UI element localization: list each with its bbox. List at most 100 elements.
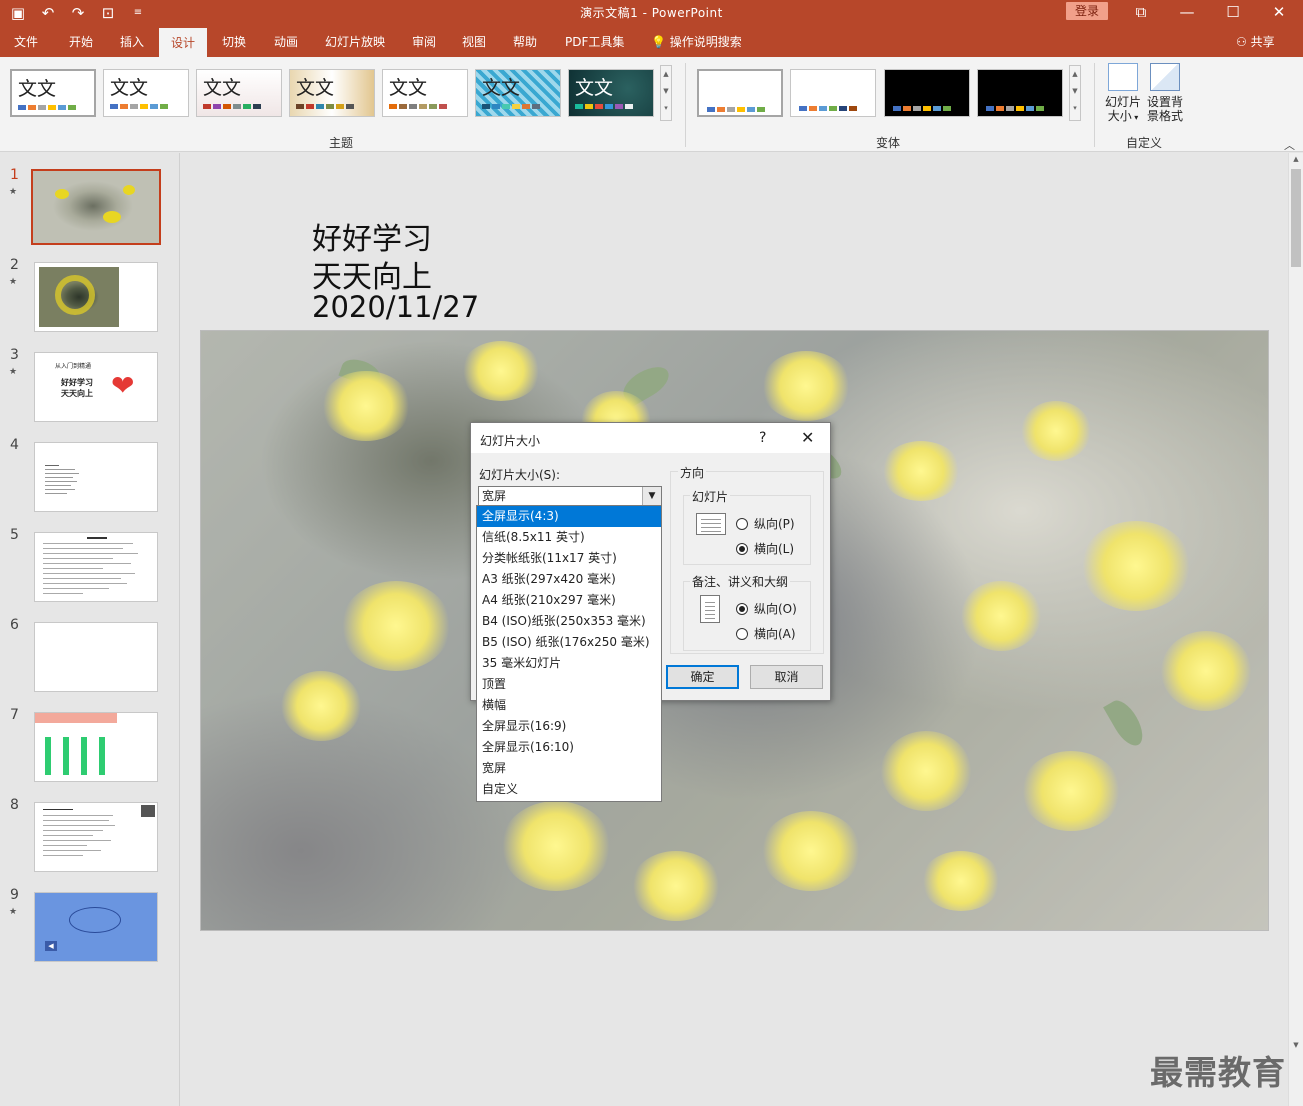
chevron-down-icon[interactable]: ▼ [642, 487, 661, 505]
radio-circle[interactable] [736, 517, 748, 530]
notes-portrait-radio[interactable]: 纵向(O) [736, 600, 797, 617]
share-button[interactable]: ⚇ 共享 [1236, 33, 1275, 50]
cloud-shape [69, 907, 121, 933]
cancel-button[interactable]: 取消 [750, 665, 823, 689]
slide-thumbnail-8[interactable] [34, 802, 158, 872]
tab-pdf-tools[interactable]: PDF工具集 [565, 33, 624, 50]
maximize-icon[interactable]: ☐ [1210, 0, 1256, 26]
help-icon[interactable]: ? [759, 430, 766, 446]
size-option[interactable]: 全屏显示(16:10) [477, 737, 661, 758]
slide-thumbnail-pane: 1 ★ 2 ★ 3 ★ 从入门到精通 好好学习 天天向上 ❤ 4 5 6 7 8… [0, 153, 180, 1106]
size-option[interactable]: 信纸(8.5x11 英寸) [477, 527, 661, 548]
theme-preview-text: 文文 [575, 77, 614, 99]
slides-landscape-radio[interactable]: 横向(L) [736, 540, 794, 557]
minimize-icon[interactable]: — [1164, 0, 1210, 26]
variant-4[interactable] [977, 69, 1063, 117]
login-button[interactable]: 登录 [1066, 2, 1108, 20]
notes-landscape-radio[interactable]: 横向(A) [736, 625, 796, 642]
notes-group-label: 备注、讲义和大纲 [690, 573, 791, 590]
ok-button[interactable]: 确定 [666, 665, 739, 689]
size-option[interactable]: 宽屏 [477, 758, 661, 779]
thumb-header-band [35, 713, 117, 723]
format-background-icon [1150, 63, 1180, 91]
tab-slideshow[interactable]: 幻灯片放映 [325, 33, 385, 50]
size-option[interactable]: B5 (ISO) 纸张(176x250 毫米) [477, 632, 661, 653]
slide-date[interactable]: 2020/11/27 [312, 290, 479, 324]
radio-circle[interactable] [736, 627, 748, 640]
canvas-vertical-scrollbar[interactable]: ▲ ▼ [1288, 153, 1303, 1106]
thumb-flower [123, 185, 135, 195]
chevron-down-icon: ▾ [1131, 113, 1139, 122]
thumb-photo [141, 805, 155, 817]
slide-size-options-list: 全屏显示(4:3) 信纸(8.5x11 英寸) 分类帐纸张(11x17 英寸) … [476, 505, 662, 802]
slide-size-label: 幻灯片大小(S): [479, 468, 561, 482]
theme-wood[interactable]: 文文 [289, 69, 375, 117]
thumb-text: 从入门到精通 [55, 363, 92, 370]
theme-ion[interactable]: 文文 [196, 69, 282, 117]
tab-animations[interactable]: 动画 [274, 33, 298, 50]
size-option[interactable]: 分类帐纸张(11x17 英寸) [477, 548, 661, 569]
theme-preview-text: 文文 [110, 77, 149, 99]
thumb-flower [103, 211, 121, 223]
tell-me-search[interactable]: 💡 操作说明搜索 [651, 33, 742, 50]
slide-thumbnail-1[interactable] [31, 169, 161, 245]
theme-office-2[interactable]: 文文 [103, 69, 189, 117]
collapse-ribbon-icon[interactable]: ︿ [1284, 137, 1295, 153]
size-option[interactable]: 自定义 [477, 779, 661, 800]
size-option[interactable]: B4 (ISO)纸张(250x353 毫米) [477, 611, 661, 632]
radio-label: 横向(L) [754, 542, 795, 556]
slide-thumbnail-4[interactable] [34, 442, 158, 512]
size-option[interactable]: 全屏显示(4:3) [477, 506, 661, 527]
theme-retrospect[interactable]: 文文 [382, 69, 468, 117]
theme-office[interactable]: 文文 [10, 69, 96, 117]
scrollbar-thumb[interactable] [1291, 169, 1301, 267]
tab-insert[interactable]: 插入 [120, 33, 144, 50]
radio-label: 纵向(P) [754, 517, 795, 531]
variant-2[interactable] [790, 69, 876, 117]
size-option[interactable]: 35 毫米幻灯片 [477, 653, 661, 674]
tab-review[interactable]: 审阅 [412, 33, 436, 50]
back-action-icon: ◀ [45, 941, 57, 951]
radio-circle[interactable] [736, 602, 748, 615]
variant-1[interactable] [697, 69, 783, 117]
slide-thumbnail-5[interactable] [34, 532, 158, 602]
size-option[interactable]: A3 纸张(297x420 毫米) [477, 569, 661, 590]
scroll-down-icon[interactable]: ▼ [1289, 1041, 1303, 1049]
tab-design[interactable]: 设计 [159, 28, 208, 57]
tab-help[interactable]: 帮助 [513, 33, 537, 50]
tab-file[interactable]: 文件 [14, 33, 38, 50]
tab-transitions[interactable]: 切换 [222, 33, 246, 50]
variant-3[interactable] [884, 69, 970, 117]
size-option[interactable]: 横幅 [477, 695, 661, 716]
slide-size-button[interactable]: 幻灯片 大小 ▾ [1103, 63, 1143, 125]
group-divider [1094, 63, 1095, 147]
slide-thumbnail-6[interactable] [34, 622, 158, 692]
theme-pattern[interactable]: 文文 [475, 69, 561, 117]
size-option[interactable]: A4 纸张(210x297 毫米) [477, 590, 661, 611]
size-option[interactable]: 顶置 [477, 674, 661, 695]
variants-gallery-scroll[interactable]: ▲ ▼ ▾ [1069, 65, 1081, 121]
dialog-title-bar: 幻灯片大小 ? ✕ [471, 423, 830, 453]
dialog-close-icon[interactable]: ✕ [801, 428, 814, 447]
radio-circle[interactable] [736, 542, 748, 555]
slide-thumbnail-3[interactable]: 从入门到精通 好好学习 天天向上 ❤ [34, 352, 158, 422]
tab-home[interactable]: 开始 [69, 33, 93, 50]
ribbon-display-icon[interactable]: ⧉ [1118, 0, 1164, 26]
tab-view[interactable]: 视图 [462, 33, 486, 50]
theme-dark-teal[interactable]: 文文 [568, 69, 654, 117]
size-option[interactable]: 全屏显示(16:9) [477, 716, 661, 737]
radio-label: 横向(A) [754, 627, 796, 641]
slide-size-label-2: 大小 [1107, 109, 1132, 123]
slide-size-select[interactable]: 宽屏 ▼ [478, 486, 662, 506]
close-icon[interactable]: ✕ [1256, 0, 1302, 26]
orientation-label: 方向 [678, 464, 707, 481]
slides-portrait-radio[interactable]: 纵向(P) [736, 515, 795, 532]
themes-gallery-scroll[interactable]: ▲ ▼ ▾ [660, 65, 672, 121]
thumb-text: 好好学习 [61, 378, 93, 387]
format-background-button[interactable]: 设置背 景格式 [1145, 63, 1185, 123]
slide-thumbnail-7[interactable] [34, 712, 158, 782]
slide-thumbnail-2[interactable] [34, 262, 158, 332]
scroll-up-icon[interactable]: ▲ [1289, 155, 1303, 163]
slide-thumbnail-9[interactable]: ◀ [34, 892, 158, 962]
watermark: 最需教育 [1150, 1053, 1286, 1092]
